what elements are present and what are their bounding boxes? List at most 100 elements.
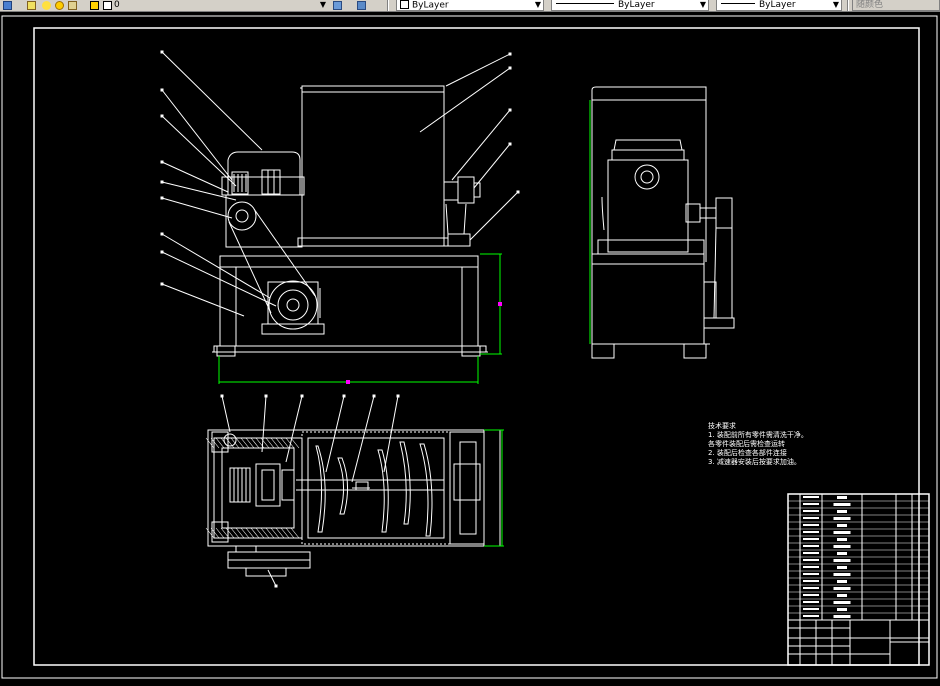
parts-list-cell-mark <box>803 538 819 540</box>
parts-list-cell-mark <box>803 573 819 575</box>
balloon-marker <box>220 394 224 398</box>
parts-list-cell-mark <box>833 587 851 590</box>
layer-dropdown-value: 0 <box>114 0 120 10</box>
balloon-marker <box>508 108 512 112</box>
color-dropdown[interactable]: ByLayer ▼ <box>396 0 544 11</box>
hatch-line <box>235 527 245 539</box>
balloon-marker <box>160 114 164 118</box>
lightbulb-icon[interactable] <box>42 1 51 10</box>
hatch-line <box>230 437 240 449</box>
parts-list-cell-mark <box>837 594 847 597</box>
technical-notes: 技术要求 1. 装配前所有零件需清洗干净。 各零件装配后需检查运转 2. 装配后… <box>708 421 808 466</box>
parts-list-cell-mark <box>833 573 851 576</box>
hatch-line <box>250 437 260 449</box>
parts-list-cell-mark <box>803 503 819 505</box>
parts-list-cell-mark <box>833 559 851 562</box>
parts-list-cell-mark <box>803 580 819 582</box>
chevron-down-icon[interactable]: ▼ <box>700 0 706 10</box>
hatch-line <box>215 437 225 449</box>
color-dropdown-value: ByLayer <box>412 0 449 11</box>
toolbar-separator <box>387 0 389 11</box>
parts-list-cell-mark <box>803 566 819 568</box>
parts-list-cell-mark <box>833 601 851 604</box>
color-swatch <box>400 0 409 9</box>
hatch-line <box>275 527 285 539</box>
note-line: 2. 装配后检查各部件连接 <box>708 448 787 457</box>
balloon-marker <box>160 282 164 286</box>
parts-list-cell-mark <box>833 503 851 506</box>
balloon-marker <box>342 394 346 398</box>
hatch-line <box>280 527 290 539</box>
parts-list-cell-mark <box>803 615 819 617</box>
note-line: 3. 减速器安装后按要求加油。 <box>708 457 801 466</box>
parts-list-cell-mark <box>833 615 851 618</box>
balloon-marker <box>160 232 164 236</box>
dimension-lines <box>218 100 591 547</box>
balloon-marker <box>160 180 164 184</box>
balloon-marker <box>508 66 512 70</box>
parts-list-cell-mark <box>803 594 819 596</box>
hatch-line <box>265 527 275 539</box>
hatch-line <box>250 527 260 539</box>
hatch-line <box>215 527 225 539</box>
parts-list-cell-mark <box>803 559 819 561</box>
hatch-line <box>245 437 255 449</box>
layer-previous-icon[interactable] <box>357 1 366 10</box>
parts-list-cell-mark <box>837 566 847 569</box>
outer-frame <box>1 15 938 679</box>
note-line: 各零件装配后需检查运转 <box>708 439 785 448</box>
parts-list-cell-mark <box>803 496 819 498</box>
lineweight-dropdown[interactable]: ByLayer ▼ <box>716 0 842 11</box>
hatch-line <box>265 437 275 449</box>
parts-list-cell-mark <box>803 510 819 512</box>
hatch-line <box>270 527 280 539</box>
hatch-line <box>280 437 290 449</box>
lock-icon[interactable] <box>68 1 77 10</box>
parts-list-cell-mark <box>837 524 847 527</box>
balloon-marker <box>160 160 164 164</box>
balloon-marker <box>516 190 520 194</box>
parts-list-cell-mark <box>803 517 819 519</box>
hatch-line <box>275 437 285 449</box>
make-current-icon[interactable] <box>333 1 342 10</box>
parts-list-cell-mark <box>837 538 847 541</box>
parts-list-cell-mark <box>803 552 819 554</box>
side-view <box>591 86 735 359</box>
color-square-icon <box>103 1 112 10</box>
color-swatch-icon[interactable] <box>90 1 99 10</box>
front-view <box>161 51 519 357</box>
balloon-marker <box>372 394 376 398</box>
hatch-line <box>205 437 215 449</box>
linetype-dropdown[interactable]: ByLayer ▼ <box>551 0 709 11</box>
plotstyle-dropdown: 随颜色 <box>852 0 940 11</box>
parts-list-cell-mark <box>837 552 847 555</box>
parts-list-cell-mark <box>833 531 851 534</box>
grips <box>346 302 502 384</box>
top-section-view <box>207 395 501 587</box>
hatch-line <box>285 527 295 539</box>
hatch-line <box>270 437 280 449</box>
linetype-dropdown-value: ByLayer <box>618 0 655 10</box>
parts-list-cell-mark <box>837 608 847 611</box>
hatch-line <box>290 527 300 539</box>
layer-state-icon[interactable] <box>27 1 36 10</box>
parts-list-cell-mark <box>803 601 819 603</box>
chevron-down-icon[interactable]: ▼ <box>833 0 839 10</box>
parts-list-cell-mark <box>803 524 819 526</box>
properties-toolbar: 0 ▼ ByLayer ▼ ByLayer ▼ ByLayer ▼ 随颜色 <box>0 0 940 12</box>
drawing-canvas[interactable]: 技术要求 1. 装配前所有零件需清洗干净。 各零件装配后需检查运转 2. 装配后… <box>0 12 940 682</box>
hatch-line <box>240 437 250 449</box>
chevron-down-icon[interactable]: ▼ <box>535 0 541 10</box>
layer-manager-icon[interactable] <box>3 1 12 10</box>
chevron-down-icon[interactable]: ▼ <box>320 0 326 10</box>
layer-dropdown[interactable]: 0 ▼ <box>114 0 328 11</box>
hatch-line <box>235 437 245 449</box>
hatch-line <box>290 437 300 449</box>
linetype-sample <box>556 3 614 4</box>
sun-icon[interactable] <box>55 1 64 10</box>
toolbar-separator <box>847 0 849 11</box>
note-line: 1. 装配前所有零件需清洗干净。 <box>708 430 808 439</box>
hatch-line <box>225 527 235 539</box>
balloon-marker <box>160 88 164 92</box>
hatch-line <box>230 527 240 539</box>
